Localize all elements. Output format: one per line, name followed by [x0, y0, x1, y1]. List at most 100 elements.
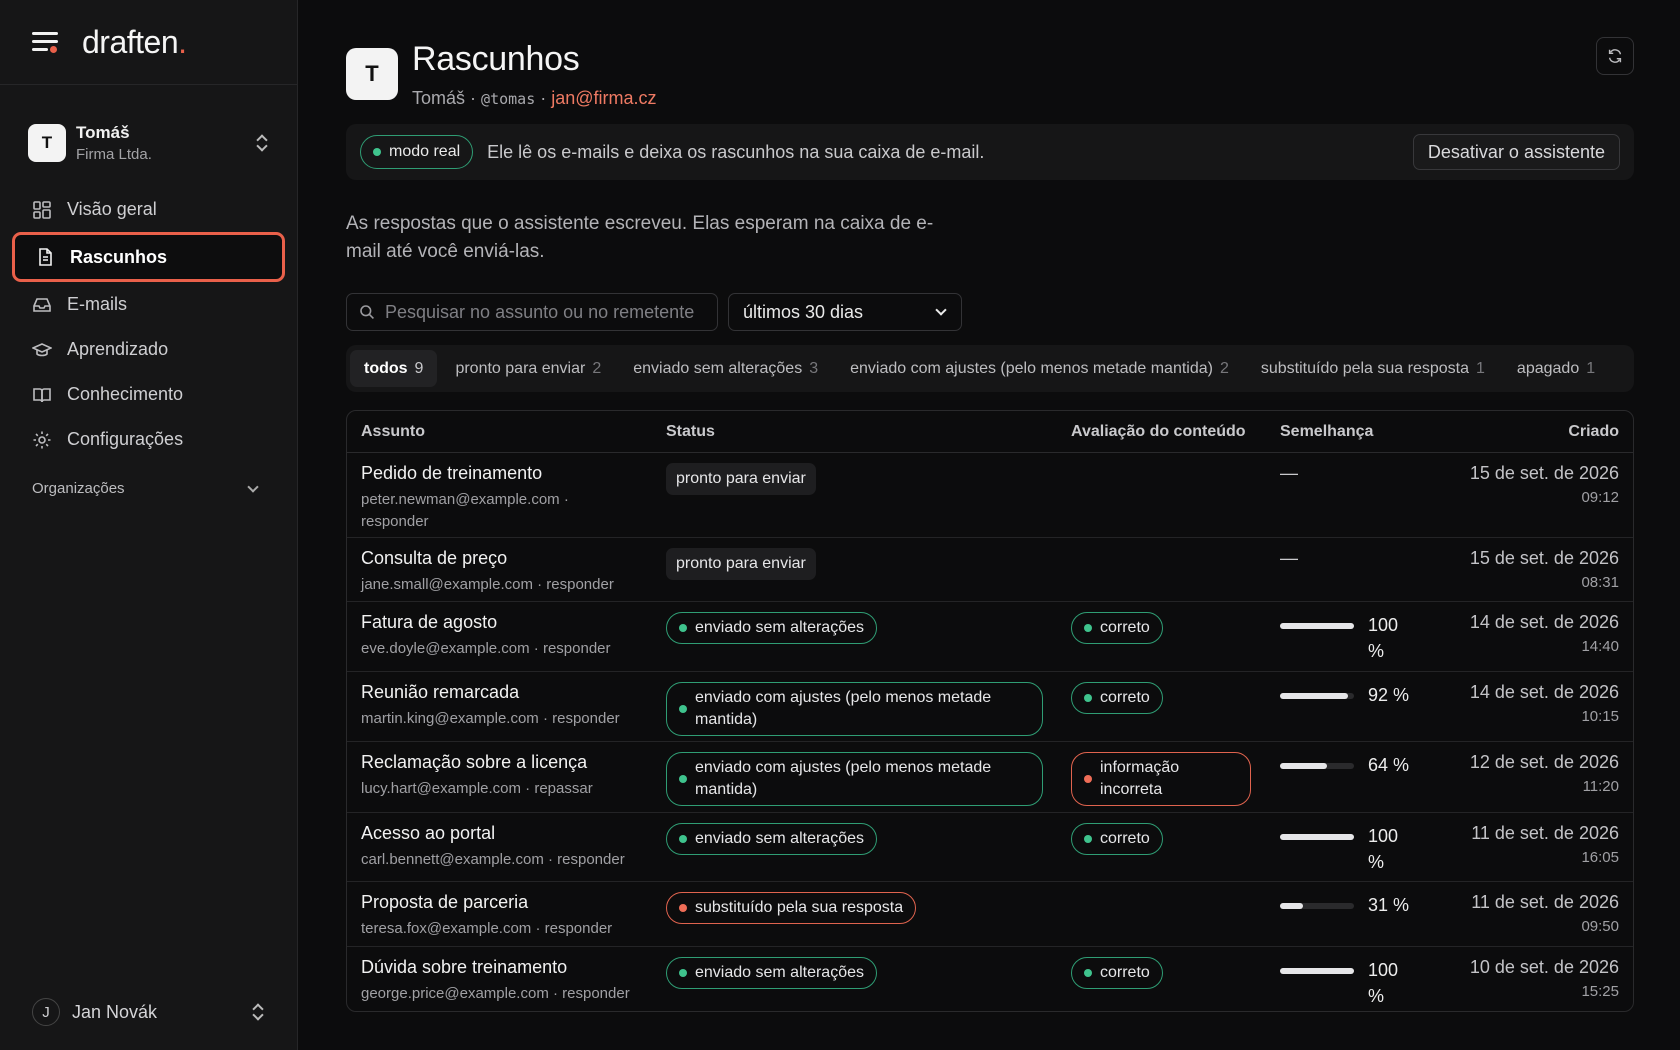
sidebar: draften. T Tomáš Firma Ltda. Visão geral…: [0, 0, 298, 1050]
status-dot: [1084, 624, 1092, 632]
status-dot: [679, 705, 687, 713]
similarity-meter: 64 %: [1280, 752, 1440, 778]
header-handle: @tomas: [481, 90, 536, 108]
table-row[interactable]: Acesso ao portal carl.bennett@example.co…: [347, 813, 1633, 882]
row-time: 10:15: [1581, 708, 1619, 725]
page-header: T Rascunhos Tomáš · @tomas · jan@firma.c…: [346, 40, 657, 109]
similarity-value: 100 %: [1368, 615, 1399, 661]
row-subject[interactable]: Acesso ao portal: [361, 823, 666, 844]
similarity-meter: 100 %: [1280, 957, 1440, 1009]
table-row[interactable]: Proposta de parceria teresa.fox@example.…: [347, 882, 1633, 947]
status-badge: enviado sem alterações: [666, 823, 877, 855]
sidebar-item-label: Rascunhos: [70, 246, 168, 267]
similarity-bar: [1280, 834, 1354, 840]
sidebar-item-overview[interactable]: Visão geral: [0, 187, 297, 232]
account-switcher[interactable]: T Tomáš Firma Ltda.: [28, 115, 269, 171]
similarity-bar: [1280, 968, 1354, 974]
row-subject[interactable]: Reclamação sobre a licença: [361, 752, 666, 773]
table-body: Pedido de treinamento peter.newman@examp…: [347, 453, 1633, 1011]
row-meta: peter.newman@example.com · responder: [361, 491, 569, 530]
row-date: 15 de set. de 2026: [1469, 548, 1619, 568]
row-date: 11 de set. de 2026: [1471, 823, 1619, 843]
table-row[interactable]: Fatura de agosto eve.doyle@example.com ·…: [347, 602, 1633, 672]
chevron-down-icon: [247, 480, 259, 493]
similarity-fill: [1280, 968, 1354, 974]
separator: ·: [540, 88, 547, 108]
table-row[interactable]: Pedido de treinamento peter.newman@examp…: [347, 453, 1633, 538]
status-dot: [1084, 969, 1092, 977]
refresh-icon: [1608, 49, 1622, 63]
sidebar-item-knowledge[interactable]: Conhecimento: [0, 372, 297, 417]
column-subject[interactable]: Assunto: [347, 423, 666, 441]
status-filter-tabs: todos 9 pronto para enviar 2 enviado sem a…: [346, 345, 1634, 392]
chevron-up-down-icon: [251, 1003, 265, 1021]
status-badge: pronto para enviar: [666, 463, 816, 495]
mode-badge: modo real: [360, 135, 474, 169]
row-subject[interactable]: Proposta de parceria: [361, 892, 666, 913]
page-subtitle: Tomáš · @tomas · jan@firma.cz: [412, 88, 657, 109]
rating-badge: correto: [1071, 682, 1163, 714]
book-icon: [32, 385, 52, 405]
organizations-toggle[interactable]: Organizações: [32, 480, 261, 497]
row-meta: teresa.fox@example.com · responder: [361, 920, 613, 937]
document-icon: [35, 247, 55, 267]
row-time: 09:12: [1581, 489, 1619, 506]
search-input[interactable]: Pesquisar no assunto ou no remetente: [346, 293, 718, 331]
sidebar-item-label: Conhecimento: [67, 384, 184, 404]
tab-deleted[interactable]: apagado 1: [1503, 350, 1609, 387]
tab-sent-unchanged[interactable]: enviado sem alterações 3: [619, 350, 832, 387]
column-created[interactable]: Criado: [1440, 423, 1633, 441]
row-subject[interactable]: Consulta de preço: [361, 548, 666, 569]
disable-assistant-button[interactable]: Desativar o assistente: [1412, 134, 1620, 170]
page-description: As respostas que o assistente escreveu. …: [346, 213, 934, 262]
similarity-fill: [1280, 763, 1328, 769]
sidebar-item-learning[interactable]: Aprendizado: [0, 327, 297, 372]
row-subject[interactable]: Fatura de agosto: [361, 612, 666, 633]
column-status[interactable]: Status: [666, 423, 1071, 441]
similarity-fill: [1280, 693, 1349, 699]
tab-sent-adjusted[interactable]: enviado com ajustes (pelo menos metade m…: [836, 350, 1243, 387]
tab-replaced[interactable]: substituído pela sua resposta 1: [1247, 350, 1499, 387]
row-date: 10 de set. de 2026: [1469, 957, 1619, 977]
status-badge: enviado com ajustes (pelo menos metade m…: [666, 682, 1043, 736]
menu-icon[interactable]: [32, 31, 60, 53]
status-dot: [1084, 775, 1092, 783]
sidebar-nav: Visão geral Rascunhos E-mails Aprendizad…: [0, 187, 297, 462]
search-icon: [360, 305, 374, 319]
header-email-link[interactable]: jan@firma.cz: [551, 88, 656, 108]
similarity-meter: 31 %: [1280, 892, 1440, 918]
row-meta: lucy.hart@example.com · repassar: [361, 780, 593, 797]
page-avatar: T: [346, 48, 398, 100]
user-menu[interactable]: J Jan Novák: [32, 998, 265, 1026]
table-row[interactable]: Consulta de preço jane.small@example.com…: [347, 538, 1633, 602]
table-row[interactable]: Reclamação sobre a licença lucy.hart@exa…: [347, 742, 1633, 813]
status-dot: [679, 969, 687, 977]
row-subject[interactable]: Dúvida sobre treinamento: [361, 957, 666, 978]
table-row[interactable]: Dúvida sobre treinamento george.price@ex…: [347, 947, 1633, 1011]
row-time: 08:31: [1581, 574, 1619, 591]
account-name: Tomáš: [76, 123, 130, 142]
table-header: Assunto Status Avaliação do conteúdo Sem…: [347, 411, 1633, 453]
refresh-button[interactable]: [1596, 37, 1634, 75]
sidebar-item-settings[interactable]: Configurações: [0, 417, 297, 462]
row-date: 12 de set. de 2026: [1469, 752, 1619, 772]
sidebar-item-emails[interactable]: E-mails: [0, 282, 297, 327]
logo[interactable]: draften.: [82, 24, 187, 61]
graduation-cap-icon: [32, 340, 52, 360]
status-badge: enviado sem alterações: [666, 957, 877, 989]
row-subject[interactable]: Pedido de treinamento: [361, 463, 666, 484]
similarity-bar: [1280, 693, 1354, 699]
tab-ready[interactable]: pronto para enviar 2: [441, 350, 615, 387]
status-dot: [1084, 835, 1092, 843]
column-rating[interactable]: Avaliação do conteúdo: [1071, 423, 1280, 441]
period-select[interactable]: últimos 30 dias: [728, 293, 962, 331]
similarity-meter: 92 %: [1280, 682, 1440, 708]
sidebar-item-drafts[interactable]: Rascunhos: [12, 232, 285, 282]
tab-all[interactable]: todos 9: [350, 350, 438, 387]
table-row[interactable]: Reunião remarcada martin.king@example.co…: [347, 672, 1633, 742]
row-subject[interactable]: Reunião remarcada: [361, 682, 666, 703]
similarity-empty: —: [1280, 463, 1298, 483]
column-similarity[interactable]: Semelhança: [1280, 423, 1440, 441]
rating-badge: informação incorreta: [1071, 752, 1251, 806]
user-name: Jan Novák: [72, 1001, 158, 1022]
